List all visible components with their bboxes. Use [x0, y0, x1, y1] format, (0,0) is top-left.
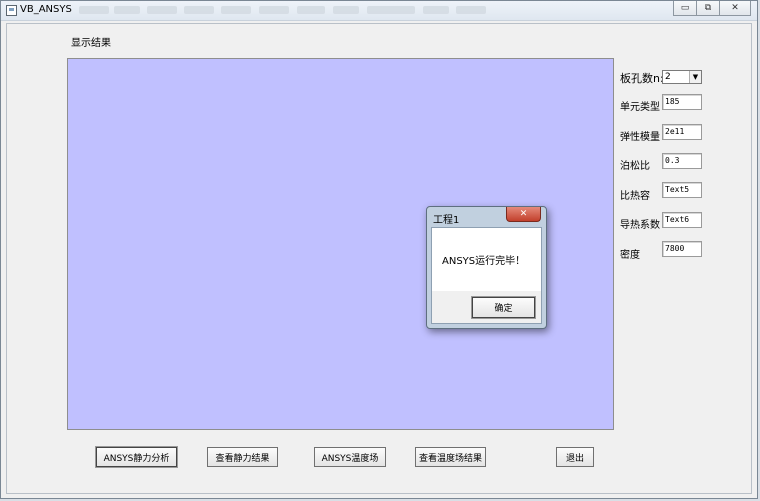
element-type-input[interactable]: 185 — [662, 94, 702, 110]
ansys-static-analysis-button[interactable]: ANSYS静力分析 — [96, 447, 177, 467]
thermal-conductivity-label: 导热系数 — [620, 216, 660, 231]
close-button[interactable]: ✕ — [720, 1, 751, 16]
view-static-results-button[interactable]: 查看静力结果 — [207, 447, 278, 467]
caption-buttons: ▭ ⧉ ✕ — [673, 1, 751, 16]
blurred-menu-item — [456, 6, 486, 14]
view-temperature-results-button[interactable]: 查看温度场结果 — [415, 447, 486, 467]
result-label: 显示结果 — [71, 34, 111, 49]
ansys-temperature-field-button[interactable]: ANSYS温度场 — [314, 447, 386, 467]
dialog-message: ANSYS运行完毕！ — [442, 252, 525, 267]
blurred-menu-item — [259, 6, 289, 14]
restore-button[interactable]: ⧉ — [697, 1, 720, 16]
poisson-ratio-input[interactable]: 0.3 — [662, 153, 702, 169]
window-title: VB_ANSYS — [20, 4, 72, 15]
chevron-down-icon[interactable]: ▼ — [689, 71, 701, 83]
ok-button[interactable]: 确定 — [472, 297, 535, 318]
hole-count-value: 2 — [665, 72, 671, 82]
specific-heat-label: 比热容 — [620, 187, 650, 202]
form-client-area: 显示结果 板孔数n: 2 ▼ 单元类型 185 弹性模量 2e11 泊松比 0.… — [6, 23, 752, 494]
elastic-modulus-label: 弹性模量 — [620, 128, 660, 143]
hole-count-select[interactable]: 2 ▼ — [662, 70, 702, 84]
blurred-menu-item — [79, 6, 109, 14]
elastic-modulus-input[interactable]: 2e11 — [662, 124, 702, 140]
minimize-button[interactable]: ▭ — [673, 1, 697, 16]
blurred-menu-item — [221, 6, 251, 14]
hole-count-label: 板孔数n: — [620, 70, 664, 86]
title-bar[interactable]: VB_ANSYS ▭ ⧉ ✕ — [1, 1, 757, 21]
poisson-ratio-label: 泊松比 — [620, 157, 650, 172]
dialog-title: 工程1 — [433, 211, 459, 226]
blurred-menu-item — [423, 6, 449, 14]
dialog-button-area: 确定 — [431, 291, 542, 324]
dialog-message-area: ANSYS运行完毕！ — [431, 227, 542, 291]
blurred-menu-item — [147, 6, 177, 14]
exit-button[interactable]: 退出 — [556, 447, 594, 467]
main-window: VB_ANSYS ▭ ⧉ ✕ 显示结果 板孔数n: 2 ▼ 单元类型 185 弹… — [0, 0, 758, 499]
blurred-menu-item — [114, 6, 140, 14]
thermal-conductivity-input[interactable]: Text6 — [662, 212, 702, 228]
specific-heat-input[interactable]: Text5 — [662, 182, 702, 198]
message-dialog: 工程1 ✕ ANSYS运行完毕！ 确定 — [426, 206, 547, 329]
blurred-menu-item — [184, 6, 214, 14]
density-input[interactable]: 7800 — [662, 241, 702, 257]
blurred-menu-item — [333, 6, 359, 14]
dialog-close-button[interactable]: ✕ — [506, 207, 541, 222]
app-icon — [6, 5, 17, 16]
density-label: 密度 — [620, 246, 640, 261]
element-type-label: 单元类型 — [620, 98, 660, 113]
blurred-menu-item — [297, 6, 325, 14]
blurred-menu-item — [367, 6, 415, 14]
